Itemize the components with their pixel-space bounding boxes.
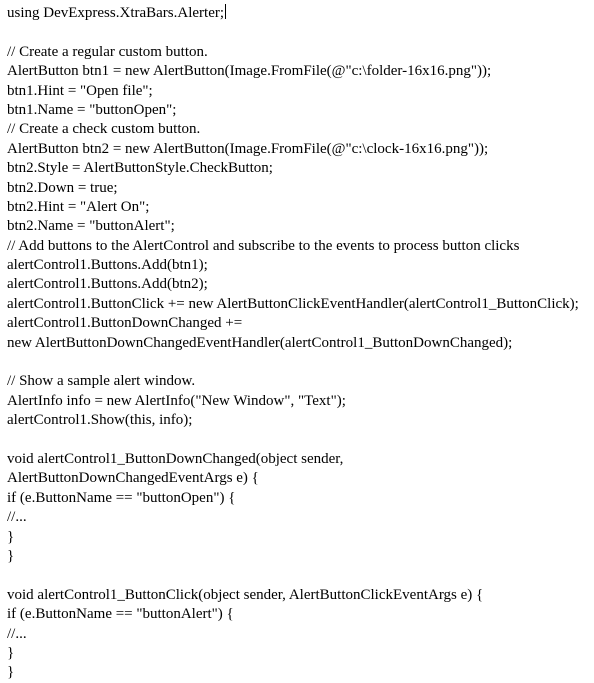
code-line[interactable]: alertControl1.ButtonDownChanged += [7, 314, 594, 333]
code-editor-surface[interactable]: using DevExpress.XtraBars.Alerter; // Cre… [0, 0, 594, 683]
code-line-text: AlertButtonDownChangedEventArgs e) { [7, 470, 259, 487]
code-line-text: using DevExpress.XtraBars.Alerter; [7, 5, 225, 21]
code-line-text: alertControl1.Buttons.Add(btn2); [7, 276, 208, 293]
code-line-text: } [7, 547, 15, 564]
code-line[interactable]: AlertInfo info = new AlertInfo("New Wind… [7, 392, 594, 411]
code-line[interactable]: AlertButton btn1 = new AlertButton(Image… [7, 62, 594, 81]
code-line[interactable]: if (e.ButtonName == "buttonOpen") { [7, 489, 594, 508]
code-line-text: alertControl1.Show(this, info); [7, 412, 193, 429]
code-line-text: if (e.ButtonName == "buttonOpen") { [7, 489, 236, 506]
code-line[interactable]: //... [7, 625, 594, 644]
code-line-text: btn2.Name = "buttonAlert"; [7, 218, 175, 235]
code-line[interactable]: new AlertButtonDownChangedEventHandler(a… [7, 334, 594, 353]
code-line[interactable]: btn2.Style = AlertButtonStyle.CheckButto… [7, 159, 594, 178]
code-line[interactable]: } [7, 663, 594, 682]
code-text-block[interactable]: using DevExpress.XtraBars.Alerter; // Cre… [7, 4, 594, 683]
code-line-text: btn2.Hint = "Alert On"; [7, 198, 150, 215]
code-line-text: AlertInfo info = new AlertInfo("New Wind… [7, 392, 346, 409]
code-line[interactable]: //... [7, 508, 594, 527]
code-line[interactable]: using DevExpress.XtraBars.Alerter; [7, 4, 594, 23]
code-line-text: btn1.Name = "buttonOpen"; [7, 101, 177, 118]
code-line-text: void alertControl1_ButtonClick(object se… [7, 586, 484, 603]
code-line-text: } [7, 528, 15, 545]
code-line-text: AlertButton btn1 = new AlertButton(Image… [7, 63, 492, 80]
code-line-blank[interactable] [7, 566, 594, 585]
code-line-text: alertControl1.ButtonDownChanged += [7, 315, 243, 332]
code-line-text: alertControl1.Buttons.Add(btn1); [7, 257, 208, 274]
code-line[interactable]: alertControl1.ButtonClick += new AlertBu… [7, 295, 594, 314]
code-line[interactable]: void alertControl1_ButtonClick(object se… [7, 586, 594, 605]
code-line-text: } [7, 664, 15, 681]
code-line[interactable]: // Create a regular custom button. [7, 43, 594, 62]
code-line[interactable]: AlertButtonDownChangedEventArgs e) { [7, 469, 594, 488]
code-line[interactable]: alertControl1.Buttons.Add(btn2); [7, 275, 594, 294]
code-line-blank[interactable] [7, 23, 594, 42]
code-line-text: if (e.ButtonName == "buttonAlert") { [7, 606, 234, 623]
code-line-text: btn1.Hint = "Open file"; [7, 82, 153, 99]
code-line[interactable]: void alertControl1_ButtonDownChanged(obj… [7, 450, 594, 469]
code-line[interactable]: btn2.Down = true; [7, 179, 594, 198]
code-line-text: AlertButton btn2 = new AlertButton(Image… [7, 140, 489, 157]
code-line[interactable]: if (e.ButtonName == "buttonAlert") { [7, 605, 594, 624]
code-line-text: } [7, 644, 15, 661]
code-line[interactable]: } [7, 644, 594, 663]
code-line-text: btn2.Down = true; [7, 179, 118, 196]
code-line[interactable]: } [7, 547, 594, 566]
code-line-blank[interactable] [7, 353, 594, 372]
code-line-text: //... [7, 625, 27, 642]
code-line-text: new AlertButtonDownChangedEventHandler(a… [7, 334, 513, 351]
code-line-text: // Add buttons to the AlertControl and s… [7, 237, 520, 254]
code-line-blank[interactable] [7, 431, 594, 450]
code-line-text: // Create a regular custom button. [7, 43, 208, 60]
code-line-text: // Show a sample alert window. [7, 373, 196, 390]
code-line-text: //... [7, 509, 27, 526]
text-caret [225, 4, 227, 19]
code-line-text: alertControl1.ButtonClick += new AlertBu… [7, 295, 579, 312]
code-line[interactable]: alertControl1.Buttons.Add(btn1); [7, 256, 594, 275]
code-line[interactable]: } [7, 528, 594, 547]
code-line-text: // Create a check custom button. [7, 121, 201, 138]
code-line[interactable]: AlertButton btn2 = new AlertButton(Image… [7, 140, 594, 159]
code-line[interactable]: btn2.Hint = "Alert On"; [7, 198, 594, 217]
code-line[interactable]: // Create a check custom button. [7, 120, 594, 139]
code-line[interactable]: // Add buttons to the AlertControl and s… [7, 237, 594, 256]
code-line-text: void alertControl1_ButtonDownChanged(obj… [7, 450, 344, 467]
code-line[interactable]: btn2.Name = "buttonAlert"; [7, 217, 594, 236]
code-line[interactable]: btn1.Hint = "Open file"; [7, 82, 594, 101]
code-line-text: btn2.Style = AlertButtonStyle.CheckButto… [7, 160, 273, 177]
code-line[interactable]: // Show a sample alert window. [7, 372, 594, 391]
code-line[interactable]: btn1.Name = "buttonOpen"; [7, 101, 594, 120]
code-line[interactable]: alertControl1.Show(this, info); [7, 411, 594, 430]
